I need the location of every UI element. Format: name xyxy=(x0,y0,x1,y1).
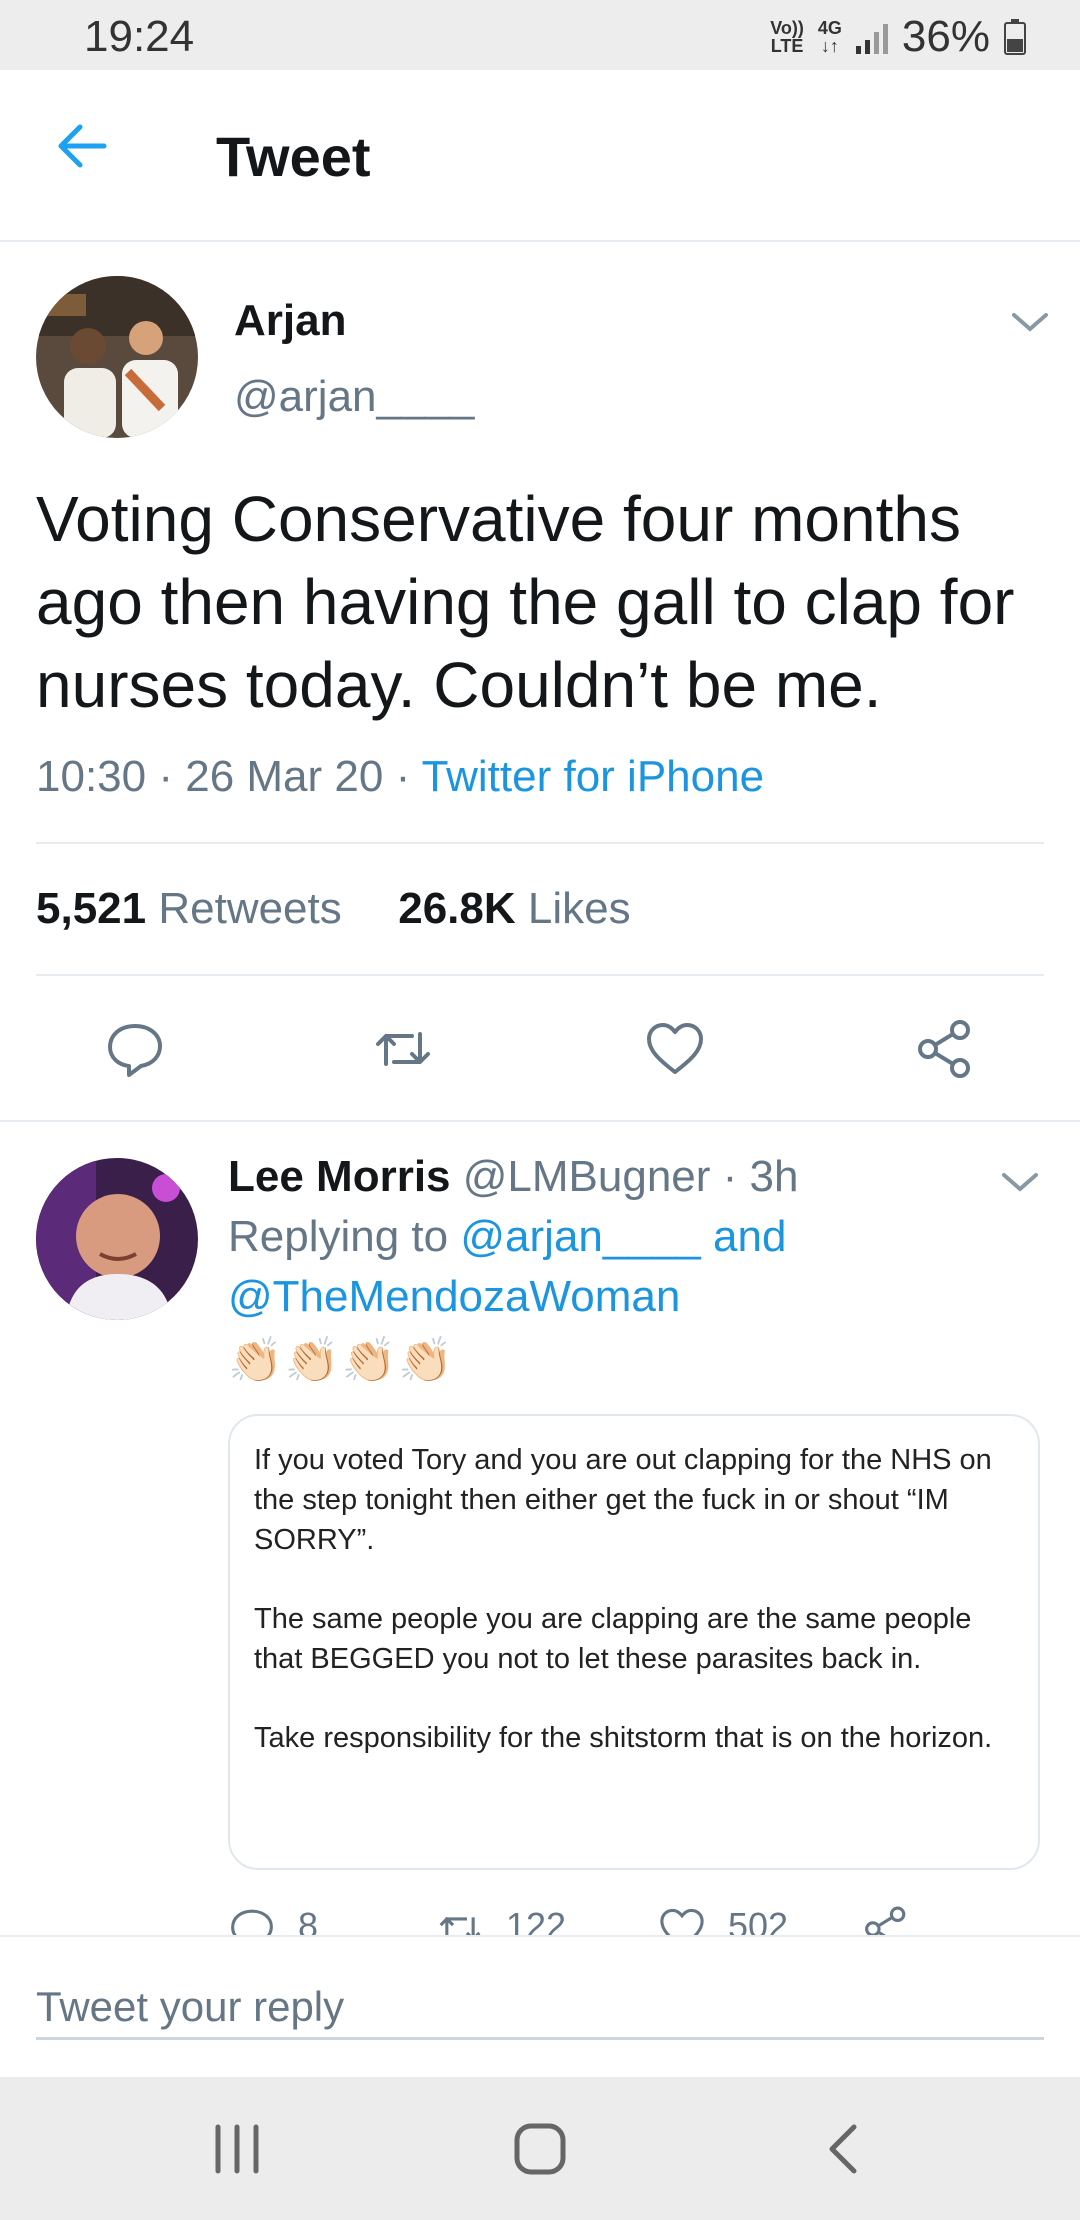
replying-to-user2[interactable]: @TheMendozaWoman xyxy=(228,1272,680,1322)
divider xyxy=(0,1120,1080,1122)
retweets-label: Retweets xyxy=(158,884,342,933)
page-title: Tweet xyxy=(216,125,371,188)
reply-author-handle[interactable]: @LMBugner xyxy=(463,1152,711,1201)
tweet-text: Voting Conservative four months ago then… xyxy=(36,483,1015,721)
recent-apps-icon[interactable] xyxy=(212,2123,262,2175)
volte-icon: Vo)) LTE xyxy=(770,19,804,55)
tweet-time: 10:30 xyxy=(36,752,147,801)
likes-label: Likes xyxy=(527,884,631,933)
reply-input[interactable] xyxy=(36,1977,1044,2040)
avatar-arjan[interactable] xyxy=(36,276,198,438)
tweet-author-name[interactable]: Arjan xyxy=(234,296,346,346)
quote-paragraph: If you voted Tory and you are out clappi… xyxy=(254,1444,992,1556)
quote-paragraph: Take responsibility for the shitstorm th… xyxy=(254,1722,993,1754)
like-icon[interactable] xyxy=(644,1018,706,1080)
battery-percent: 36% xyxy=(901,12,990,61)
reply-composer-bar xyxy=(0,1935,1080,2079)
tweet-source-link[interactable]: Twitter for iPhone xyxy=(422,752,764,801)
likes-stat[interactable]: 26.8K Likes xyxy=(398,884,630,933)
volte-bottom-text: LTE xyxy=(770,36,804,56)
divider xyxy=(36,842,1044,844)
reply-header: Lee Morris @LMBugner · 3h xyxy=(228,1152,798,1202)
chevron-down-icon[interactable] xyxy=(1010,310,1050,334)
retweets-count: 5,521 xyxy=(36,884,147,933)
signal-icon xyxy=(855,20,888,54)
tweet-author-handle[interactable]: @arjan____ xyxy=(234,372,474,422)
status-icons: Vo)) LTE 4G ↓↑ 36% xyxy=(770,12,1026,62)
quoted-image-card[interactable]: If you voted Tory and you are out clappi… xyxy=(228,1414,1040,1870)
quote-paragraph: The same people you are clapping are the… xyxy=(254,1603,972,1675)
replying-to: Replying to @arjan____ and xyxy=(228,1212,786,1262)
replying-to-label: Replying to xyxy=(228,1212,449,1261)
clapping-emoji: 👏🏻👏🏻👏🏻👏🏻 xyxy=(228,1336,456,1385)
tweet-stats: 5,521 Retweets 26.8K Likes xyxy=(36,884,631,934)
share-icon[interactable] xyxy=(914,1018,976,1080)
meta-separator: · xyxy=(158,752,173,801)
system-nav-bar xyxy=(0,2077,1080,2220)
retweets-stat[interactable]: 5,521 Retweets xyxy=(36,884,342,933)
replying-to-user1[interactable]: @arjan____ xyxy=(460,1212,700,1261)
tweet-meta: 10:30 · 26 Mar 20 · Twitter for iPhone xyxy=(36,752,764,802)
retweet-icon[interactable] xyxy=(372,1018,434,1080)
avatar-lee-morris[interactable] xyxy=(36,1158,198,1320)
battery-icon xyxy=(1004,19,1026,55)
likes-count: 26.8K xyxy=(398,884,516,933)
status-time: 19:24 xyxy=(84,12,195,61)
replying-to-and: and xyxy=(713,1212,787,1261)
volte-top-text: Vo)) xyxy=(770,18,804,38)
meta-separator: · xyxy=(395,752,411,801)
reply-time: · 3h xyxy=(722,1152,799,1201)
back-icon[interactable] xyxy=(822,2121,862,2177)
chevron-down-icon[interactable] xyxy=(1000,1170,1040,1194)
network-text: 4G xyxy=(817,18,842,38)
reply-icon[interactable] xyxy=(104,1018,166,1080)
header-bar xyxy=(0,70,1080,242)
data-arrows-icon: ↓↑ xyxy=(820,36,839,56)
home-icon[interactable] xyxy=(512,2121,568,2177)
back-arrow-icon[interactable] xyxy=(52,116,112,176)
tweet-date: 26 Mar 20 xyxy=(185,752,384,801)
4g-icon: 4G ↓↑ xyxy=(818,19,842,55)
divider xyxy=(36,974,1044,976)
reply-author-name[interactable]: Lee Morris xyxy=(228,1152,451,1201)
status-bar: 19:24 Vo)) LTE 4G ↓↑ 36% xyxy=(0,0,1080,70)
